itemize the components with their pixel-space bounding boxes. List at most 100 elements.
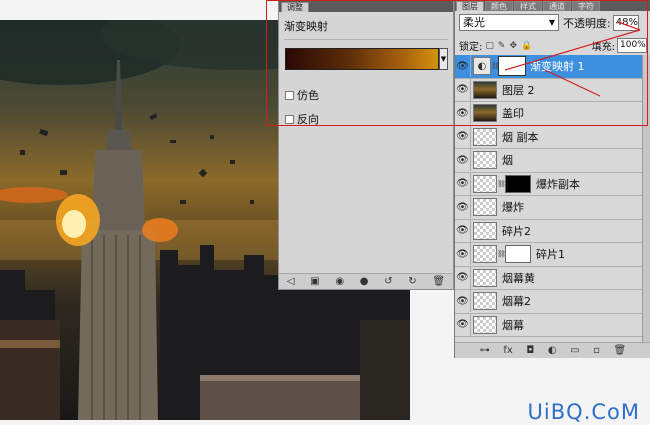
reset-icon[interactable]: ↺ xyxy=(384,276,392,287)
link-icon[interactable]: ⛓ xyxy=(491,62,500,70)
lock-all-icon[interactable]: 🔒 xyxy=(521,41,532,51)
layer-thumbnail[interactable] xyxy=(473,104,497,123)
adjustments-tabbar: 调整 xyxy=(279,1,453,12)
tab-layers[interactable]: 图层 xyxy=(456,1,484,11)
eye-icon[interactable]: 👁 xyxy=(455,172,471,195)
dither-label: 仿色 xyxy=(297,89,319,102)
layer-row[interactable]: 👁 ⛓ 爆炸副本 xyxy=(455,172,643,196)
layer-thumbnail[interactable] xyxy=(473,245,497,264)
fill-label: 填充: xyxy=(591,42,615,53)
layers-scrollbar[interactable] xyxy=(642,55,650,342)
gradient-picker[interactable] xyxy=(285,48,439,70)
layer-row[interactable]: 👁 盖印 xyxy=(455,102,643,126)
tab-styles[interactable]: 样式 xyxy=(514,1,542,11)
layer-name: 渐变映射 1 xyxy=(530,60,585,74)
fx-icon[interactable]: fx xyxy=(503,345,512,356)
lock-controls: 锁定: ▢ ✎ ✥ 🔒 填充: 100% xyxy=(459,38,647,53)
layer-mask-thumbnail[interactable] xyxy=(498,56,526,77)
layer-mask-thumbnail[interactable] xyxy=(505,245,531,264)
adjustments-panel: 调整 渐变映射 ▼ 仿色 反向 ◁ ▣ ◉ ● ↺ ↻ 🗑 xyxy=(278,0,454,290)
layer-thumbnail[interactable] xyxy=(473,268,497,287)
photoshop-workspace: 调整 渐变映射 ▼ 仿色 反向 ◁ ▣ ◉ ● ↺ ↻ 🗑 图层 颜色 样式 通… xyxy=(0,0,650,425)
new-adjustment-icon[interactable]: ◐ xyxy=(548,345,557,356)
eye-icon[interactable]: 👁 xyxy=(455,125,471,148)
layer-thumbnail[interactable] xyxy=(473,174,497,193)
layer-thumbnail[interactable] xyxy=(473,292,497,311)
layer-row[interactable]: 👁 爆炸 xyxy=(455,196,643,220)
layer-name: 碎片1 xyxy=(536,248,565,262)
tab-color[interactable]: 颜色 xyxy=(485,1,513,11)
new-group-icon[interactable]: ▭ xyxy=(570,345,579,356)
visibility-icon[interactable]: ◉ xyxy=(335,276,344,287)
delete-layer-icon[interactable]: 🗑 xyxy=(614,345,627,356)
layer-list: 👁 ◐ ⛓ 渐变映射 1 👁 图层 2 👁 盖印 👁 烟 副本 👁 烟 👁 ⛓ 爆炸副本 👁 爆炸 👁 碎片2 👁 ⛓ 碎… xyxy=(455,55,643,337)
layer-row[interactable]: 👁 烟幕黄 xyxy=(455,266,643,290)
tab-adjustments[interactable]: 调整 xyxy=(281,2,309,12)
reverse-checkbox[interactable] xyxy=(285,114,294,124)
eye-icon[interactable]: 👁 xyxy=(455,290,471,313)
adjustment-thumbnail-icon[interactable]: ◐ xyxy=(473,57,491,76)
layers-footer: ⊶ fx ◘ ◐ ▭ ▫ 🗑 xyxy=(455,342,650,358)
eye-icon[interactable]: 👁 xyxy=(455,196,471,219)
layer-name: 图层 2 xyxy=(502,83,535,97)
layer-row[interactable]: 👁 烟幕 xyxy=(455,313,643,337)
eye-icon[interactable]: 👁 xyxy=(455,78,471,101)
add-mask-icon[interactable]: ◘ xyxy=(526,345,534,356)
layer-name: 烟幕 xyxy=(502,318,524,332)
back-arrow-icon[interactable]: ◁ xyxy=(287,276,295,287)
layer-row[interactable]: 👁 烟幕2 xyxy=(455,290,643,314)
lock-label: 锁定: xyxy=(459,42,483,53)
eye-icon[interactable]: ● xyxy=(360,276,369,287)
clip-layer-icon[interactable]: ▣ xyxy=(310,276,319,287)
tab-character[interactable]: 字符 xyxy=(572,1,600,11)
eye-icon[interactable]: 👁 xyxy=(455,55,471,78)
layer-row[interactable]: 👁 ◐ ⛓ 渐变映射 1 xyxy=(455,55,643,79)
link-icon[interactable]: ⛓ xyxy=(497,250,506,258)
fill-input[interactable]: 100% xyxy=(617,38,647,53)
layer-thumbnail[interactable] xyxy=(473,198,497,217)
dither-option[interactable]: 仿色 xyxy=(285,87,319,103)
trash-icon[interactable]: 🗑 xyxy=(432,276,445,287)
layer-thumbnail[interactable] xyxy=(473,151,497,170)
reverse-label: 反向 xyxy=(297,113,319,126)
opacity-input[interactable]: 48% xyxy=(612,14,639,31)
lock-transparency-icon[interactable]: ▢ xyxy=(485,41,494,51)
layer-name: 烟幕黄 xyxy=(502,271,535,285)
layer-row[interactable]: 👁 烟 副本 xyxy=(455,125,643,149)
dither-checkbox[interactable] xyxy=(285,90,294,100)
layer-row[interactable]: 👁 烟 xyxy=(455,149,643,173)
chevron-down-icon: ▼ xyxy=(548,18,555,27)
layer-row[interactable]: 👁 碎片2 xyxy=(455,219,643,243)
reverse-option[interactable]: 反向 xyxy=(285,111,319,127)
layer-thumbnail[interactable] xyxy=(473,80,497,99)
layer-name: 爆炸副本 xyxy=(536,177,580,191)
eye-icon[interactable]: 👁 xyxy=(455,149,471,172)
layer-row[interactable]: 👁 图层 2 xyxy=(455,78,643,102)
watermark-logo: UiBQ.CoM xyxy=(527,400,640,424)
blend-mode-select[interactable]: 柔光 ▼ xyxy=(459,14,559,31)
eye-icon[interactable]: 👁 xyxy=(455,102,471,125)
blend-controls: 柔光 ▼ 不透明度: 48% xyxy=(459,14,639,31)
layer-thumbnail[interactable] xyxy=(473,127,497,146)
layer-thumbnail[interactable] xyxy=(473,221,497,240)
layer-thumbnail[interactable] xyxy=(473,315,497,334)
layer-row[interactable]: 👁 ⛓ 碎片1 xyxy=(455,243,643,267)
eye-icon[interactable]: 👁 xyxy=(455,243,471,266)
opacity-label: 不透明度: xyxy=(563,16,611,30)
layer-name: 烟幕2 xyxy=(502,295,531,309)
gradient-dropdown-button[interactable]: ▼ xyxy=(439,48,448,70)
link-layers-icon[interactable]: ⊶ xyxy=(480,345,490,356)
lock-move-icon[interactable]: ✥ xyxy=(509,41,517,51)
layer-name: 烟 副本 xyxy=(502,130,539,144)
eye-icon[interactable]: 👁 xyxy=(455,219,471,242)
tab-channels[interactable]: 通道 xyxy=(543,1,571,11)
eye-icon[interactable]: 👁 xyxy=(455,313,471,336)
adjustments-footer: ◁ ▣ ◉ ● ↺ ↻ 🗑 xyxy=(279,273,453,289)
refresh-icon[interactable]: ↻ xyxy=(408,276,416,287)
eye-icon[interactable]: 👁 xyxy=(455,266,471,289)
lock-paint-icon[interactable]: ✎ xyxy=(498,41,506,51)
divider xyxy=(284,39,448,40)
link-icon[interactable]: ⛓ xyxy=(497,180,506,188)
layer-mask-thumbnail[interactable] xyxy=(505,174,531,193)
new-layer-icon[interactable]: ▫ xyxy=(593,345,600,356)
